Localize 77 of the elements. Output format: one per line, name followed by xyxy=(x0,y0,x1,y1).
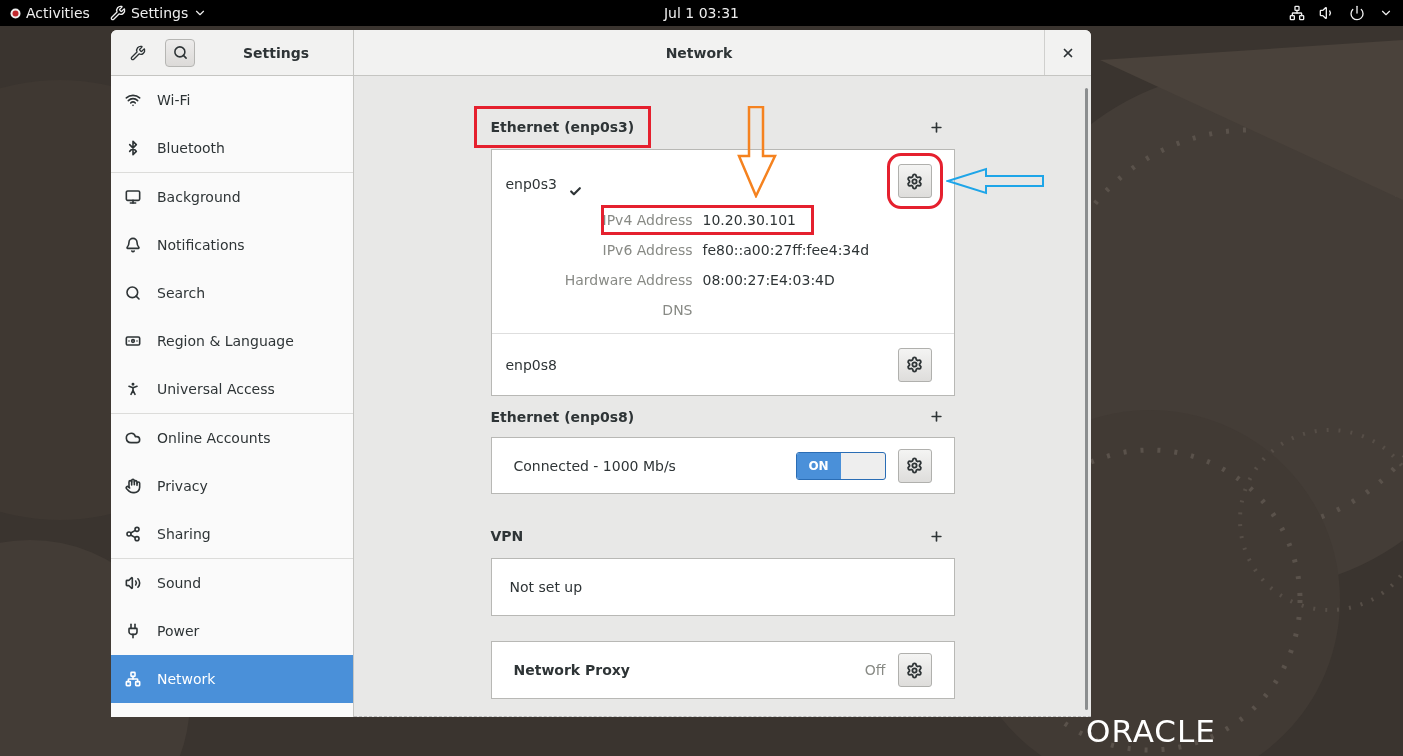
clock[interactable]: Jul 1 03:31 xyxy=(664,5,739,21)
sidebar-item[interactable]: Sound xyxy=(111,559,353,607)
detail-label: Hardware Address xyxy=(563,272,694,288)
monitor-icon xyxy=(125,189,141,205)
settings-icon xyxy=(906,457,923,474)
sidebar-item[interactable]: Background xyxy=(111,173,353,221)
detail-value: 08:00:27:E4:03:4D xyxy=(702,272,835,288)
section-title: Ethernet (enp0s3) xyxy=(476,109,649,145)
banknote-icon xyxy=(125,333,141,349)
search-icon xyxy=(172,45,188,60)
sidebar-label: Power xyxy=(157,623,200,639)
sidebar-label: Sound xyxy=(157,575,202,591)
proxy-label: Network Proxy xyxy=(513,662,630,678)
logo-icon xyxy=(10,7,21,19)
cloud-icon xyxy=(125,430,141,446)
wifi-icon xyxy=(125,92,141,108)
hand-icon xyxy=(125,478,141,494)
sidebar-item[interactable]: Online Accounts xyxy=(111,414,353,462)
section-title: VPN xyxy=(490,528,524,544)
sidebar-item[interactable]: Power xyxy=(111,607,353,655)
device-name: enp0s8 xyxy=(505,356,557,373)
detail-label: IPv6 Address xyxy=(601,242,694,258)
sidebar-label: Bluetooth xyxy=(157,140,225,156)
sidebar-title: Settings xyxy=(243,44,310,61)
sidebar-label: Sharing xyxy=(157,526,211,542)
settings-button[interactable] xyxy=(897,653,932,687)
settings-icon xyxy=(906,172,923,190)
app-menu[interactable]: Settings xyxy=(109,5,208,21)
sidebar-item[interactable]: Region & Language xyxy=(111,317,353,365)
settings-button[interactable] xyxy=(897,448,932,483)
sidebar-item[interactable]: Bluetooth xyxy=(111,124,353,172)
add-icon[interactable] xyxy=(928,528,944,544)
share-icon xyxy=(125,526,141,542)
bell-icon xyxy=(125,237,141,253)
sidebar-label: Background xyxy=(157,189,241,205)
sidebar-item[interactable]: Wi-Fi xyxy=(111,76,353,124)
settings-icon xyxy=(906,356,923,373)
sidebar-label: Network xyxy=(157,671,216,687)
sidebar-item[interactable]: Sharing xyxy=(111,510,353,558)
sidebar-item[interactable]: Privacy xyxy=(111,462,353,510)
sidebar-label: Universal Access xyxy=(157,381,275,397)
add-icon[interactable] xyxy=(928,409,944,424)
add-icon[interactable] xyxy=(928,119,944,135)
network-icon[interactable] xyxy=(1289,5,1305,21)
settings-icon xyxy=(906,661,923,679)
detail-label: DNS xyxy=(661,302,694,318)
sidebar-label: Region & Language xyxy=(157,333,294,349)
sidebar-label: Notifications xyxy=(157,237,245,253)
settings-button[interactable] xyxy=(897,347,932,382)
device-name: enp0s3 xyxy=(505,176,557,192)
vpn-status: Not set up xyxy=(509,579,583,595)
detail-label: IPv4 Address xyxy=(601,212,694,228)
tools-icon xyxy=(109,5,126,21)
sidebar-label: Wi-Fi xyxy=(157,92,191,108)
wrench-icon xyxy=(130,44,146,61)
activities-button[interactable]: Activities xyxy=(10,5,90,21)
detail-value: fe80::a00:27ff:fee4:34d xyxy=(702,242,870,258)
connection-status: Connected - 1000 Mb/s xyxy=(513,457,676,474)
network-icon xyxy=(125,671,141,687)
sidebar-item[interactable]: Search xyxy=(111,269,353,317)
wallpaper-logo: ORACLE xyxy=(1086,713,1216,749)
proxy-status: Off xyxy=(864,662,886,678)
sidebar-item[interactable]: Universal Access xyxy=(111,365,353,413)
sidebar-item[interactable]: Notifications xyxy=(111,221,353,269)
detail-value: 10.20.30.101 xyxy=(702,212,796,228)
sidebar-label: Online Accounts xyxy=(157,430,271,446)
sidebar-label: Search xyxy=(157,285,206,301)
power-icon[interactable] xyxy=(1349,5,1365,21)
person-icon xyxy=(125,381,141,397)
sidebar-label: Privacy xyxy=(157,478,208,494)
section-title: Ethernet (enp0s8) xyxy=(490,408,635,425)
search-icon xyxy=(125,285,141,301)
scrollbar[interactable] xyxy=(1085,88,1088,710)
window-title: Network xyxy=(664,44,734,61)
plug-icon xyxy=(125,623,141,639)
search-button[interactable] xyxy=(165,38,195,67)
speaker-icon xyxy=(125,575,141,591)
